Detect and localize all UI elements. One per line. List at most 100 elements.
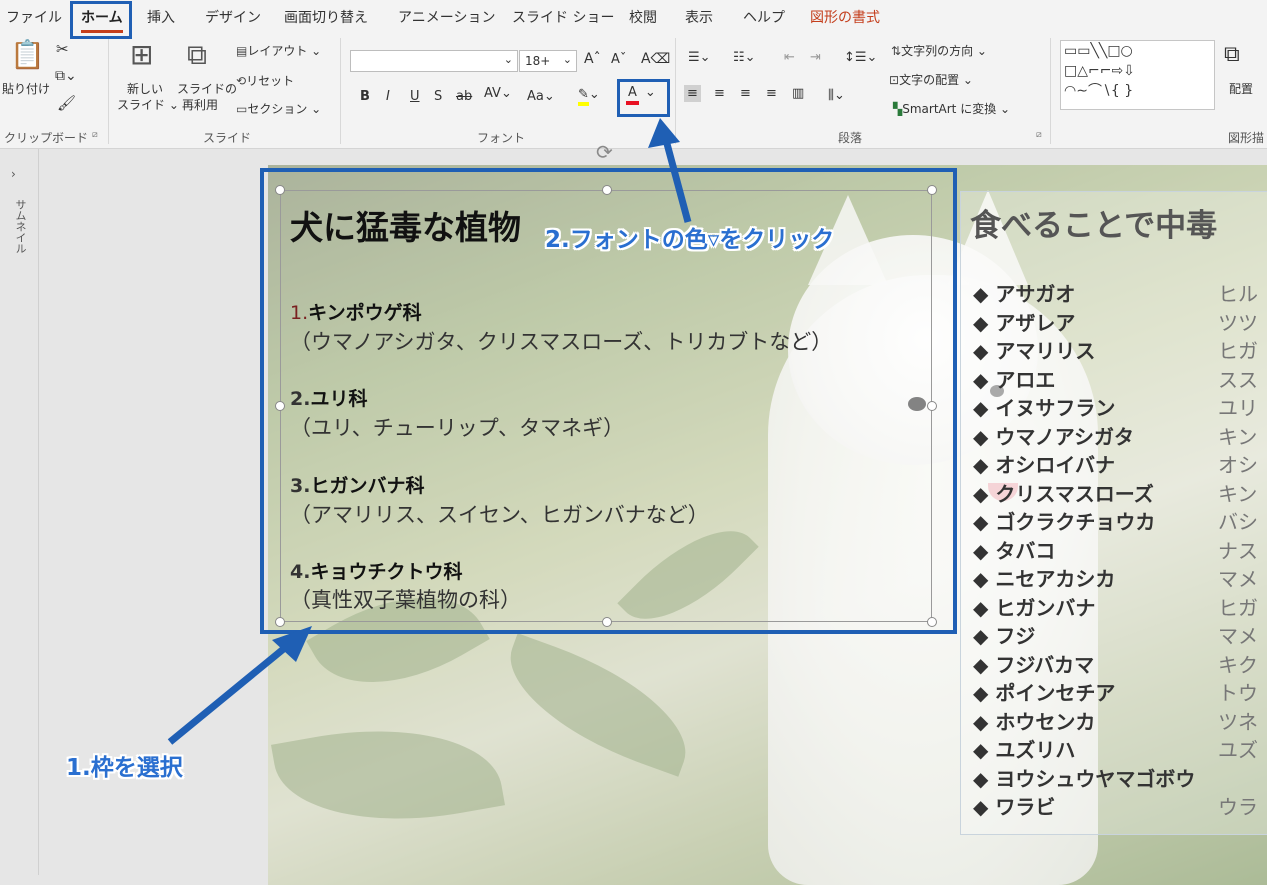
- thumbnail-pane: › サムネイル: [0, 149, 39, 875]
- format-painter-icon[interactable]: 🖌: [57, 94, 76, 112]
- group-label-clipboard: クリップボード: [4, 131, 89, 145]
- plant-family: スス: [1218, 368, 1258, 392]
- tab-review[interactable]: 校閲: [629, 7, 657, 27]
- reuse-slides-icon[interactable]: ⧉: [187, 38, 207, 72]
- reuse-slides-line1[interactable]: スライドの: [177, 80, 237, 97]
- text-box-poisonous-list[interactable]: 食べることで中毒 ◆ アサガオ ヒル ◆ アザレア ツツ ◆ アマリリス ヒガ ◆ ア…: [960, 191, 1267, 835]
- underline-button[interactable]: U: [410, 89, 420, 104]
- tab-file[interactable]: ファイル: [6, 7, 62, 27]
- strikethrough-button[interactable]: ab: [456, 89, 472, 104]
- new-slide-icon[interactable]: ⊞: [130, 38, 153, 71]
- paste-button[interactable]: 貼り付け: [2, 80, 50, 97]
- plant-family: ヒガ: [1218, 596, 1258, 620]
- plant-family: トウ: [1218, 681, 1258, 705]
- group-label-font: フォント: [477, 131, 526, 145]
- arrange-button[interactable]: 配置: [1229, 80, 1253, 97]
- align-left-icon[interactable]: ≡: [684, 85, 701, 102]
- smartart-button[interactable]: ▚SmartArt に変換 ⌄: [893, 100, 1010, 117]
- font-launcher-icon[interactable]: ⧄: [662, 130, 668, 140]
- clipboard-launcher-icon[interactable]: ⧄: [92, 130, 98, 140]
- plant-name: ◆ アマリリス: [973, 339, 1096, 363]
- bullets-icon[interactable]: ☰⌄: [688, 50, 711, 65]
- paragraph-launcher-icon[interactable]: ⧄: [1036, 130, 1042, 140]
- plant-name: ◆ イヌサフラン: [973, 396, 1116, 420]
- numbering-icon[interactable]: ☷⌄: [733, 50, 756, 65]
- plant-family: ユズ: [1218, 738, 1258, 762]
- chevron-right-icon[interactable]: ›: [11, 167, 16, 181]
- plant-family: オシ: [1218, 453, 1258, 477]
- plant-family: ツネ: [1218, 710, 1258, 734]
- plant-family: キン: [1218, 482, 1258, 506]
- tab-shape-format[interactable]: 図形の書式: [810, 7, 880, 27]
- align-center-icon[interactable]: ≡: [714, 86, 725, 101]
- italic-button[interactable]: I: [386, 89, 390, 104]
- distributed-icon[interactable]: ▥: [792, 86, 804, 101]
- shapes-gallery[interactable]: ▭▭╲╲□○ □△⌐⌐⇨⇩ ◠∼⌒∖{ }: [1060, 40, 1215, 110]
- plant-name: ◆ クリスマスローズ: [973, 482, 1154, 506]
- callout-step1: 1.枠を選択: [66, 755, 183, 781]
- new-slide-button-line2[interactable]: スライド ⌄: [117, 96, 179, 113]
- separator: [108, 38, 109, 144]
- text-direction-label: 文字列の方向 ⌄: [901, 44, 987, 58]
- rotate-handle-icon[interactable]: ⟳: [596, 140, 613, 164]
- plant-name: ◆ ユズリハ: [973, 738, 1076, 762]
- line-spacing-icon[interactable]: ↕☰⌄: [844, 50, 877, 65]
- plant-name: ◆ ホウセンカ: [973, 710, 1096, 734]
- text-direction-button[interactable]: ⇅文字列の方向 ⌄: [891, 42, 987, 59]
- justify-icon[interactable]: ≡: [766, 86, 777, 101]
- reuse-slides-line2[interactable]: 再利用: [182, 96, 218, 113]
- font-size-value: 18+: [525, 54, 551, 68]
- change-case-button[interactable]: Aa⌄: [527, 89, 555, 104]
- plant-name: ◆ タバコ: [973, 539, 1056, 563]
- plant-family: ユリ: [1218, 396, 1258, 420]
- copy-icon[interactable]: ⧉⌄: [55, 68, 77, 84]
- shapes-row: □△⌐⌐⇨⇩: [1064, 63, 1135, 79]
- thumbnail-label: サムネイル: [14, 199, 27, 254]
- character-spacing-button[interactable]: AV⌄: [484, 86, 512, 101]
- reset-button[interactable]: ⟲リセット: [236, 72, 294, 89]
- plant-name: ◆ ウマノアシガタ: [973, 425, 1134, 449]
- tab-view[interactable]: 表示: [685, 7, 713, 27]
- plant-family: ツツ: [1218, 311, 1258, 335]
- character-spacing-label: AV: [484, 86, 501, 101]
- align-text-button[interactable]: ⊡文字の配置 ⌄: [889, 71, 973, 88]
- highlight-color-button[interactable]: ✎⌄: [578, 87, 600, 106]
- section-button[interactable]: ▭セクション ⌄: [236, 100, 321, 117]
- columns-icon[interactable]: ⫼⌄: [828, 88, 845, 103]
- plant-name: ◆ アサガオ: [973, 282, 1076, 306]
- layout-button[interactable]: ▤レイアウト ⌄: [236, 42, 321, 59]
- decrease-indent-icon[interactable]: ⇤: [784, 50, 795, 65]
- tab-animations[interactable]: アニメーション: [398, 7, 495, 27]
- smartart-icon: ▚: [893, 102, 903, 116]
- plant-family: キク: [1218, 653, 1258, 677]
- tab-transitions[interactable]: 画面切り替え: [284, 7, 368, 27]
- separator: [340, 38, 341, 144]
- bold-button[interactable]: B: [360, 89, 370, 104]
- grow-font-icon[interactable]: Aˆ: [584, 51, 601, 67]
- paste-icon[interactable]: 📋: [10, 38, 45, 71]
- font-size-combo[interactable]: 18+ ⌄: [519, 50, 577, 72]
- change-case-label: Aa: [527, 89, 544, 104]
- font-name-combo[interactable]: ⌄: [350, 50, 518, 72]
- cut-icon[interactable]: ✂: [56, 40, 69, 58]
- shapes-row: ◠∼⌒∖{ }: [1064, 83, 1134, 99]
- plant-name: ◆ ゴクラクチョウカ: [973, 510, 1156, 534]
- align-right-icon[interactable]: ≡: [740, 86, 751, 101]
- plant-name: ◆ アロエ: [973, 368, 1056, 392]
- tab-slideshow[interactable]: スライド ショー: [512, 7, 614, 27]
- new-slide-button-line1[interactable]: 新しい: [127, 80, 163, 97]
- chevron-down-icon: ⌄: [503, 53, 513, 66]
- tab-design[interactable]: デザイン: [205, 7, 261, 27]
- reset-label: リセット: [246, 74, 295, 88]
- tab-help[interactable]: ヘルプ: [743, 7, 785, 27]
- increase-indent-icon[interactable]: ⇥: [810, 50, 821, 65]
- arrange-icon[interactable]: ⧉: [1224, 42, 1240, 67]
- plant-family: マメ: [1218, 624, 1258, 648]
- separator: [1050, 38, 1051, 144]
- chevron-down-icon: ⌄: [543, 89, 555, 104]
- shrink-font-icon[interactable]: Aˇ: [611, 52, 626, 67]
- text-shadow-button[interactable]: S: [434, 89, 442, 104]
- tab-insert[interactable]: 挿入: [147, 7, 175, 27]
- plant-family: ヒガ: [1218, 339, 1258, 363]
- clear-formatting-icon[interactable]: A⌫: [641, 51, 670, 67]
